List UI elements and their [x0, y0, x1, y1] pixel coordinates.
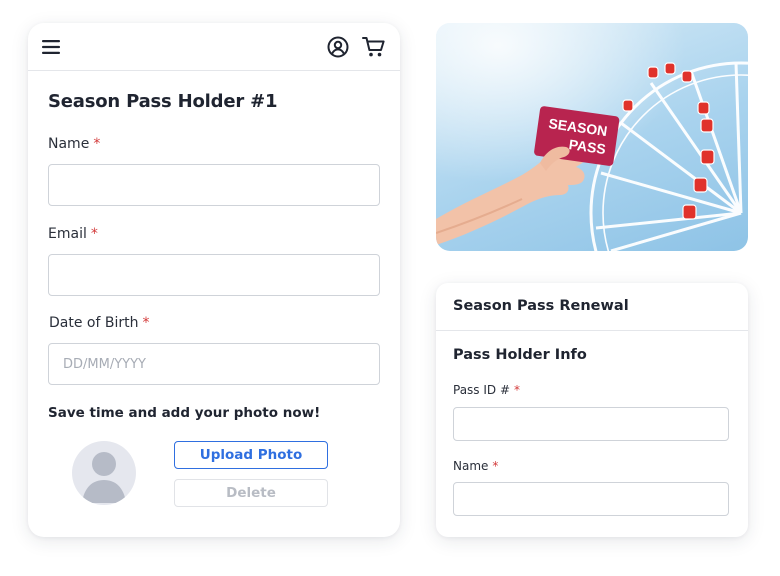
ferris-wheel-illustration: SEASON PASS [436, 23, 748, 251]
season-pass-holder-card: Season Pass Holder #1 Name * Email * Date … [28, 23, 400, 537]
email-label-text: Email [48, 226, 87, 242]
email-label: Email * [48, 226, 98, 242]
renewal-title: Season Pass Renewal [453, 298, 629, 314]
photo-hint: Save time and add your photo now! [48, 405, 321, 421]
pass-id-label: Pass ID # * [453, 383, 520, 397]
hero-image: SEASON PASS [436, 23, 748, 251]
dob-input[interactable] [48, 343, 380, 385]
required-marker: * [492, 459, 499, 473]
form-title: Season Pass Holder #1 [48, 91, 278, 112]
app-topbar [28, 23, 400, 71]
pass-id-input[interactable] [453, 407, 729, 441]
name-input[interactable] [48, 164, 380, 206]
required-marker: * [514, 383, 521, 397]
dob-label-text: Date of Birth [49, 315, 139, 331]
account-icon[interactable] [326, 35, 350, 59]
cart-icon[interactable] [361, 35, 387, 59]
required-marker: * [142, 315, 150, 331]
dob-label: Date of Birth * [49, 315, 149, 331]
person-icon [82, 452, 126, 503]
avatar-placeholder [72, 441, 136, 505]
email-input[interactable] [48, 254, 380, 296]
name-label-text: Name [48, 136, 90, 152]
name-label: Name * [48, 136, 100, 152]
renewal-name-label: Name * [453, 459, 498, 473]
renewal-name-input[interactable] [453, 482, 729, 516]
renewal-name-label-text: Name [453, 459, 489, 473]
required-marker: * [90, 226, 98, 242]
upload-photo-button[interactable]: Upload Photo [174, 441, 328, 469]
required-marker: * [93, 136, 101, 152]
pass-holder-info-title: Pass Holder Info [453, 347, 587, 363]
delete-photo-button[interactable]: Delete [174, 479, 328, 507]
renewal-header: Season Pass Renewal [436, 283, 748, 331]
season-pass-renewal-card: Season Pass Renewal Pass Holder Info Pas… [436, 283, 748, 537]
menu-icon[interactable] [40, 37, 62, 57]
pass-id-label-text: Pass ID # [453, 383, 511, 397]
